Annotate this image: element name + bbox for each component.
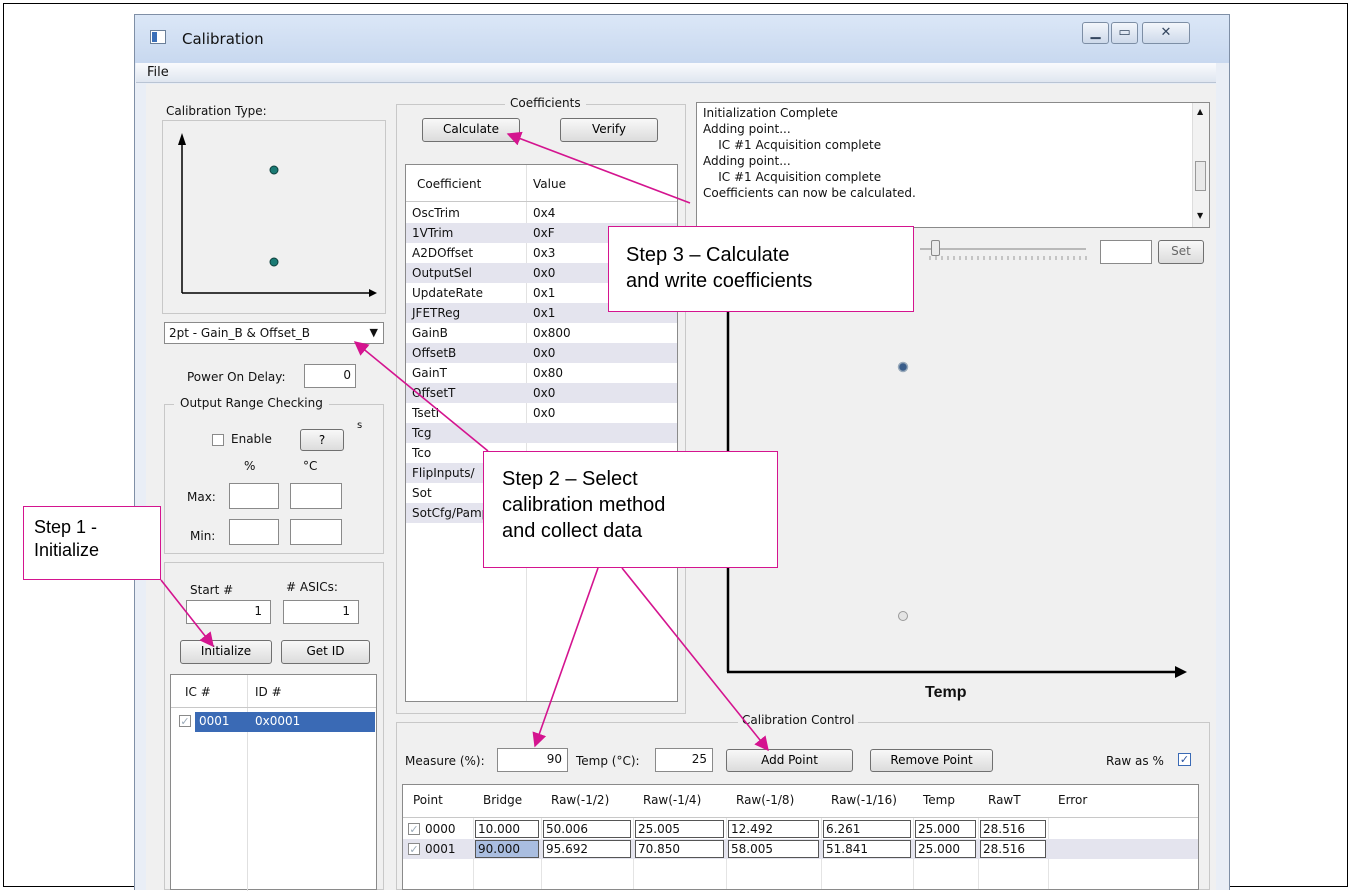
step2-callout: Step 2 – Select calibration method and c… [483,451,778,568]
step1-callout: Step 1 - Initialize [23,506,161,580]
annotation-arrows [160,131,769,752]
step3-callout: Step 3 – Calculate and write coefficient… [608,226,914,312]
